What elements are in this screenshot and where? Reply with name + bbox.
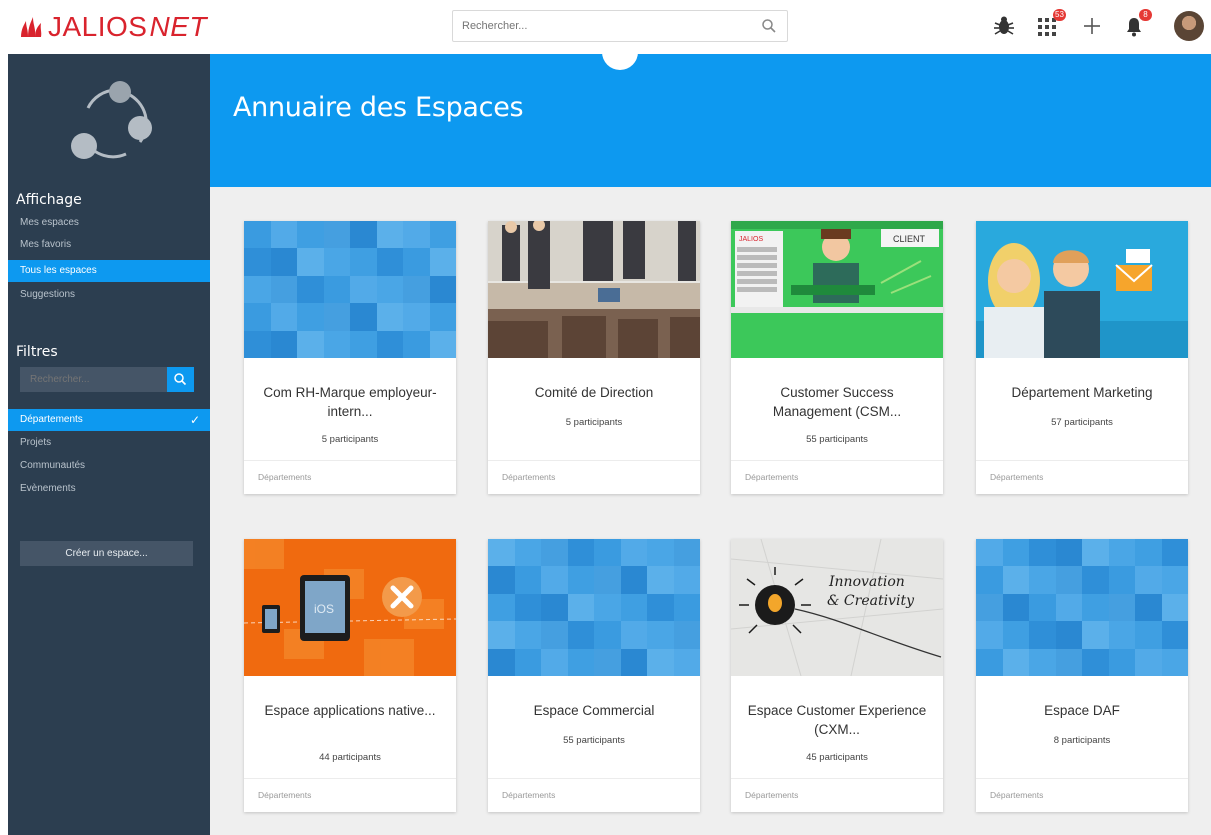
card-participants: 57 participants: [1051, 417, 1113, 428]
card-title[interactable]: Département Marketing: [986, 383, 1178, 402]
card-category[interactable]: Départements: [244, 460, 456, 494]
card-image-meeting-photo: [488, 221, 700, 358]
filter-search-button[interactable]: [167, 367, 194, 392]
card-category[interactable]: Départements: [976, 460, 1188, 494]
card-image-client-text: CLIENT: [893, 234, 926, 244]
plus-icon[interactable]: [1079, 13, 1105, 39]
space-card[interactable]: Com RH-Marque employeur-intern... 5 part…: [244, 221, 456, 494]
filter-search: [20, 367, 167, 392]
top-bar: JALIOS NET 5: [0, 0, 1211, 54]
page-title: Annuaire des Espaces: [233, 92, 524, 123]
bug-icon[interactable]: [991, 13, 1017, 39]
top-icons: 53 8: [991, 0, 1211, 54]
filter-item-projets[interactable]: Projets: [8, 432, 210, 454]
bell-icon[interactable]: 8: [1121, 9, 1152, 39]
card-image-blue-mosaic: [976, 539, 1188, 676]
sidebar-item-mes-espaces[interactable]: Mes espaces: [8, 212, 210, 234]
card-participants: 5 participants: [565, 417, 623, 428]
filter-item-departements[interactable]: Départements ✓: [8, 409, 210, 431]
logo-text: JALIOS: [48, 11, 148, 42]
card-category[interactable]: Départements: [244, 778, 456, 812]
apps-grid-icon[interactable]: 53: [1035, 9, 1066, 39]
sidebar-item-mes-favoris[interactable]: Mes favoris: [8, 234, 210, 256]
card-image-creativity-text: & Creativity: [827, 593, 915, 609]
space-card[interactable]: Espace DAF 8 participants Départements: [976, 539, 1188, 812]
space-card[interactable]: Innovation & Creativity Espace Customer …: [731, 539, 943, 812]
sidebar: Affichage Mes espaces Mes favoris Tous l…: [8, 54, 210, 835]
space-card[interactable]: Département Marketing 57 participants Dé…: [976, 221, 1188, 494]
card-title[interactable]: Com RH-Marque employeur-intern...: [254, 383, 446, 421]
space-card[interactable]: Espace Commercial 55 participants Départ…: [488, 539, 700, 812]
card-category[interactable]: Départements: [488, 460, 700, 494]
user-avatar[interactable]: [1174, 11, 1204, 41]
filter-item-label: Départements: [20, 414, 83, 425]
card-category[interactable]: Départements: [488, 778, 700, 812]
card-image-logo-text: JALIOS: [739, 236, 763, 243]
card-image-blue-mosaic: [244, 221, 456, 358]
search-input[interactable]: [453, 11, 743, 41]
card-title[interactable]: Espace DAF: [986, 701, 1178, 720]
sidebar-item-tous-les-espaces[interactable]: Tous les espaces: [8, 260, 210, 282]
card-title[interactable]: Espace Customer Experience (CXM...: [741, 701, 933, 739]
card-category[interactable]: Départements: [731, 778, 943, 812]
main-content: Annuaire des Espaces Com RH-Marque emplo…: [210, 52, 1211, 835]
filter-item-evenements[interactable]: Evènements: [8, 478, 210, 500]
sidebar-item-suggestions[interactable]: Suggestions: [8, 284, 210, 306]
card-participants: 55 participants: [806, 434, 868, 445]
card-image-marketing-people: [976, 221, 1188, 358]
card-image-innovation-text: Innovation: [828, 574, 905, 590]
space-card[interactable]: JALIOS CLIENT Customer Success Managemen…: [731, 221, 943, 494]
page-banner: Annuaire des Espaces: [210, 54, 1211, 187]
card-participants: 45 participants: [806, 752, 868, 763]
search-icon[interactable]: [761, 18, 777, 34]
space-card[interactable]: iOS Espace applications native... 44 par…: [244, 539, 456, 812]
affichage-heading: Affichage: [16, 192, 82, 208]
card-image-customer-success: JALIOS CLIENT: [731, 221, 943, 358]
card-image-ios-apps: iOS: [244, 539, 456, 676]
space-card[interactable]: Comité de Direction 5 participants Dépar…: [488, 221, 700, 494]
filtres-heading: Filtres: [16, 344, 58, 360]
card-participants: 55 participants: [563, 735, 625, 746]
notifications-badge: 8: [1139, 9, 1152, 21]
logo-net-text: NET: [149, 11, 207, 42]
card-image-blue-mosaic: [488, 539, 700, 676]
card-participants: 8 participants: [1053, 735, 1111, 746]
check-icon: ✓: [189, 413, 200, 427]
jalios-flame-icon: [21, 17, 42, 37]
search-icon: [174, 373, 187, 386]
card-image-ios-text: iOS: [314, 602, 334, 616]
card-title[interactable]: Espace Commercial: [498, 701, 690, 720]
spaces-logo-icon: [71, 81, 152, 159]
card-participants: 5 participants: [321, 434, 379, 445]
card-image-innovation: Innovation & Creativity: [731, 539, 943, 676]
card-category[interactable]: Départements: [976, 778, 1188, 812]
apps-badge: 53: [1053, 9, 1066, 21]
card-title[interactable]: Customer Success Management (CSM...: [741, 383, 933, 421]
card-title[interactable]: Espace applications native...: [254, 701, 446, 720]
filter-item-communautes[interactable]: Communautés: [8, 455, 210, 477]
filter-search-input[interactable]: [20, 367, 160, 392]
card-title[interactable]: Comité de Direction: [498, 383, 690, 402]
jalios-logo[interactable]: JALIOS NET: [18, 10, 207, 44]
card-category[interactable]: Départements: [731, 460, 943, 494]
create-space-button[interactable]: Créer un espace...: [20, 541, 193, 566]
card-participants: 44 participants: [319, 752, 381, 763]
global-search: [452, 10, 788, 42]
